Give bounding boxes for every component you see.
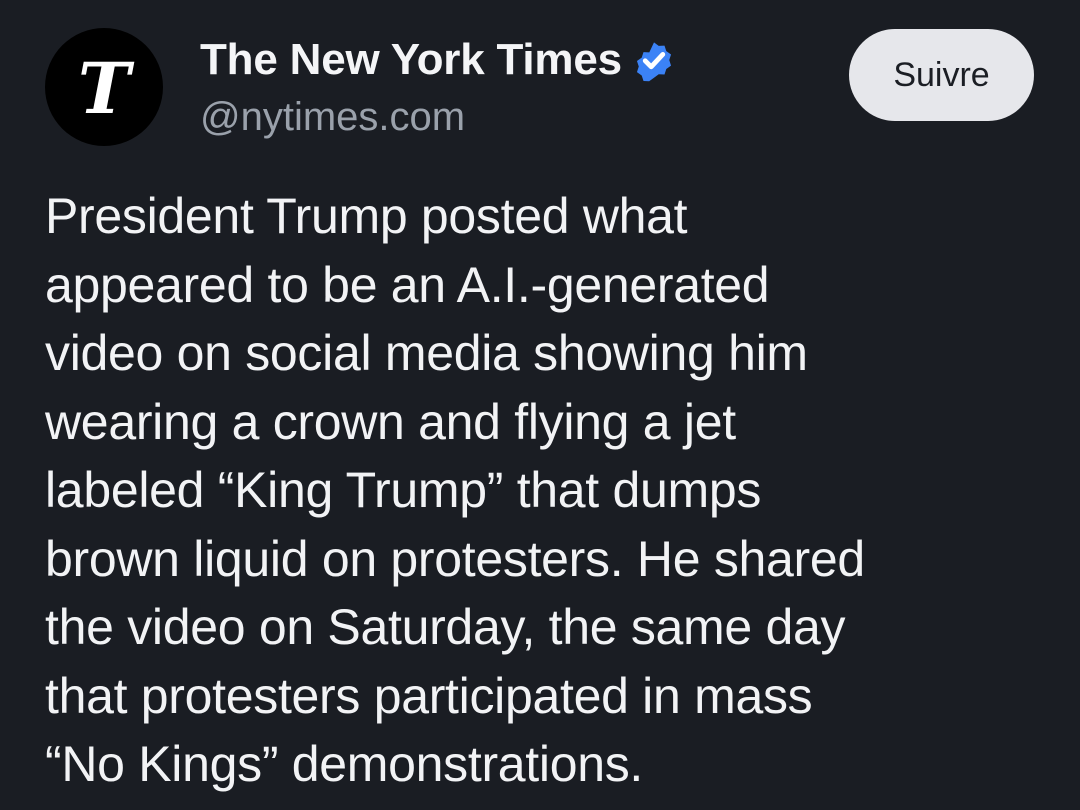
social-post: T The New York Times @nytimes.com Suivre…: [0, 0, 1080, 810]
verified-check-icon: [636, 42, 671, 82]
author-name-row: The New York Times: [200, 34, 678, 86]
author-display-name[interactable]: The New York Times: [200, 35, 622, 85]
author-handle[interactable]: @nytimes.com: [200, 95, 465, 140]
post-body-text: President Trump posted what appeared to …: [45, 188, 865, 792]
author-avatar[interactable]: T: [45, 28, 163, 146]
follow-button[interactable]: Suivre: [849, 29, 1034, 121]
nyt-logo-icon: T: [77, 47, 131, 130]
